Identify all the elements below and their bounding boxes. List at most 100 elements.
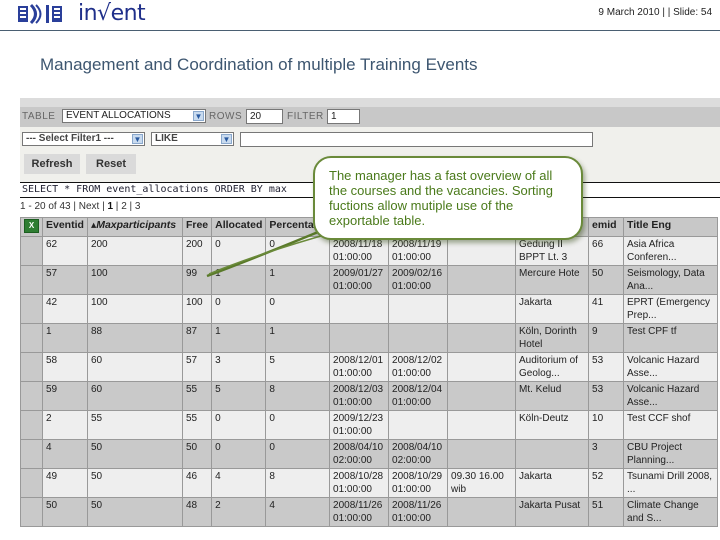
table-cell: 100	[181, 294, 213, 324]
invent-logo-text: in√ent	[78, 1, 146, 26]
slide-header: in√ent 9 March 2010 | | Slide: 54	[0, 0, 720, 30]
table-cell: 60	[86, 352, 183, 382]
rows-input[interactable]	[246, 109, 283, 124]
pagination-next-link[interactable]: Next	[79, 201, 100, 212]
table-cell: Jakarta Pusat	[515, 497, 590, 527]
operator-select[interactable]: LIKE ▼	[151, 132, 234, 146]
chevron-down-icon[interactable]: ▼	[132, 134, 143, 144]
filter1-select[interactable]: --- Select Filter1 --- ▼	[22, 132, 145, 146]
column-header[interactable]: Allocated	[211, 217, 267, 237]
table-cell: 55	[181, 410, 213, 440]
table-cell: 88	[86, 323, 183, 353]
row-selector[interactable]	[20, 439, 43, 469]
row-selector[interactable]	[20, 497, 43, 527]
table-cell	[447, 352, 517, 382]
table-row[interactable]: 42 100 100 0 0 Jakarta 41 EPRT (Emergency Prep.…	[20, 294, 719, 324]
table-cell: 0	[211, 294, 267, 324]
row-selector[interactable]	[20, 265, 43, 295]
table-cell: 0	[211, 410, 267, 440]
excel-export-icon[interactable]: X	[24, 219, 39, 233]
table-cell: Tsunami Drill 2008, ...	[623, 468, 719, 498]
row-selector[interactable]	[20, 294, 43, 324]
table-cell: 42	[42, 294, 88, 324]
table-cell: 50	[588, 265, 625, 295]
table-cell: 49	[42, 468, 88, 498]
column-header[interactable]: emid	[588, 217, 625, 237]
column-header[interactable]: Title Eng	[623, 217, 719, 237]
table-row[interactable]: 50 50 48 2 4 2008/11/26 01:00:00 2008/11/26 01…	[20, 497, 719, 527]
table-cell: 2009/02/16 01:00:00	[388, 265, 449, 295]
table-cell: Climate Change and S...	[623, 497, 719, 527]
table-row[interactable]: 62 200 200 0 0 2008/11/18 01:00:00 2008/11/19 …	[20, 236, 719, 266]
table-row[interactable]: 49 50 46 4 8 2008/10/28 01:00:00 2008/10/29 01…	[20, 468, 719, 498]
filter1-select-value: --- Select Filter1 ---	[26, 133, 114, 144]
column-header[interactable]: Free	[181, 217, 213, 237]
header-divider	[0, 30, 720, 31]
table-cell: 53	[588, 381, 625, 411]
table-cell	[447, 439, 517, 469]
table-cell: 200	[86, 236, 183, 266]
table-select-value: EVENT ALLOCATIONS	[66, 110, 171, 121]
row-selector[interactable]	[20, 352, 43, 382]
chevron-down-icon[interactable]: ▼	[221, 134, 232, 144]
table-cell	[329, 294, 390, 324]
row-selector[interactable]	[20, 236, 43, 266]
table-select[interactable]: EVENT ALLOCATIONS ▼	[62, 109, 206, 123]
table-row[interactable]: 2 55 55 0 0 2009/12/23 01:00:00 Köln-Deutz 10 Te…	[20, 410, 719, 440]
table-toolbar: TABLE EVENT ALLOCATIONS ▼ ROWS FILTER	[20, 107, 720, 127]
table-cell	[388, 294, 449, 324]
table-cell	[447, 381, 517, 411]
filter-text-input[interactable]	[240, 132, 593, 147]
table-cell: 2008/12/02 01:00:00	[388, 352, 449, 382]
table-cell: 46	[181, 468, 213, 498]
table-cell: 0	[211, 439, 267, 469]
row-selector[interactable]	[20, 381, 43, 411]
table-cell: Jakarta	[515, 294, 590, 324]
table-cell	[329, 323, 390, 353]
table-row[interactable]: 59 60 55 5 8 2008/12/03 01:00:00 2008/12/04 01…	[20, 381, 719, 411]
table-row[interactable]: 58 60 57 3 5 2008/12/01 01:00:00 2008/12/02 01…	[20, 352, 719, 382]
row-selector[interactable]	[20, 323, 43, 353]
table-cell: Asia Africa Conferen...	[623, 236, 719, 266]
table-cell: 50	[86, 439, 183, 469]
table-cell: 100	[86, 294, 183, 324]
filter-input[interactable]	[327, 109, 360, 124]
slide-info: 9 March 2010 | | Slide: 54	[598, 7, 712, 18]
row-selector[interactable]	[20, 468, 43, 498]
table-row[interactable]: 1 88 87 1 1 Köln, Dorinth Hotel 9 Test CPF tf	[20, 323, 719, 353]
pagination-page-3[interactable]: 3	[135, 201, 141, 212]
column-header[interactable]: Eventid	[42, 217, 88, 237]
pagination: 1 - 20 of 43 | Next | 1 | 2 | 3	[20, 201, 140, 212]
table-cell: 62	[42, 236, 88, 266]
table-cell: 99	[181, 265, 213, 295]
table-cell: 48	[181, 497, 213, 527]
table-cell: 1	[42, 323, 88, 353]
table-cell: 4	[211, 468, 267, 498]
table-cell: 52	[588, 468, 625, 498]
table-cell: 3	[588, 439, 625, 469]
table-label: TABLE	[22, 111, 56, 122]
table-cell	[447, 294, 517, 324]
export-excel-button[interactable]: X	[20, 217, 43, 237]
table-cell: Mercure Hote	[515, 265, 590, 295]
rows-label: ROWS	[209, 111, 243, 122]
table-cell: 58	[42, 352, 88, 382]
table-row[interactable]: 57 100 99 1 1 2009/01/27 01:00:00 2009/02/16 0…	[20, 265, 719, 295]
table-row[interactable]: 4 50 50 0 0 2008/04/10 02:00:00 2008/04/10 02:…	[20, 439, 719, 469]
table-cell: 10	[588, 410, 625, 440]
table-cell: 1	[265, 323, 331, 353]
reset-button[interactable]: Reset	[86, 154, 136, 174]
column-header[interactable]: ▴Maxparticipants	[86, 217, 183, 237]
table-cell: 9	[588, 323, 625, 353]
allocations-table: X Eventid ▴Maxparticipants Free Allocated Pe…	[20, 217, 719, 527]
operator-select-value: LIKE	[155, 133, 178, 144]
table-cell: 55	[181, 381, 213, 411]
table-cell: 2008/04/10 02:00:00	[329, 439, 390, 469]
row-selector[interactable]	[20, 410, 43, 440]
chevron-down-icon[interactable]: ▼	[193, 111, 204, 121]
table-cell: 41	[588, 294, 625, 324]
refresh-button[interactable]: Refresh	[24, 154, 80, 174]
table-cell: 4	[265, 497, 331, 527]
table-cell: Auditorium of Geolog...	[515, 352, 590, 382]
table-cell: 87	[181, 323, 213, 353]
